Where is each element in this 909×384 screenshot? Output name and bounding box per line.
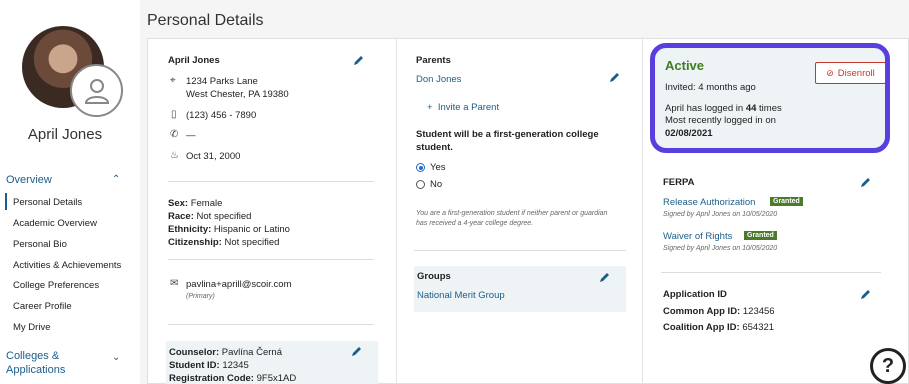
coalition-app-id-row: Coalition App ID: 654321: [663, 322, 775, 333]
profile-name: April Jones: [168, 55, 220, 66]
invite-parent-link[interactable]: + Invite a Parent: [427, 102, 499, 113]
phone-number: (123) 456 - 7890: [186, 110, 257, 121]
birthday: Oct 31, 2000: [186, 151, 241, 162]
signed-text: Signed by April Jones on 10/05/2020: [663, 245, 778, 252]
alt-phone: —: [186, 130, 196, 141]
divider: [661, 272, 881, 273]
edit-pencil-icon[interactable]: [351, 345, 363, 357]
email-type: (Primary): [186, 293, 215, 300]
granted-badge: Granted: [744, 231, 777, 240]
chevron-up-icon[interactable]: ⌃: [112, 174, 120, 185]
login-count: April has logged in 44 times: [665, 103, 782, 114]
sidebar-item-career-profile[interactable]: Career Profile: [13, 301, 72, 312]
mail-icon: ✉: [170, 278, 179, 289]
release-authorization-link[interactable]: Release Authorization: [663, 197, 755, 208]
student-name: April Jones: [27, 126, 103, 143]
sidebar-item-activities[interactable]: Activities & Achievements: [13, 260, 121, 271]
common-app-id-row: Common App ID: 123456: [663, 306, 775, 317]
disenroll-button[interactable]: ⊘ Disenroll: [815, 62, 886, 84]
edit-pencil-icon[interactable]: [353, 54, 365, 66]
help-button[interactable]: ?: [870, 348, 906, 384]
edit-pencil-icon[interactable]: [860, 176, 872, 188]
radio-no-label: No: [430, 179, 443, 190]
divider: [168, 181, 374, 182]
registration-code-row: Registration Code: 9F5x1AD: [169, 373, 297, 384]
location-icon: ⌖: [170, 75, 176, 86]
enrollment-status-box: Active Invited: 4 months ago April has l…: [650, 43, 890, 153]
counselor-row: Counselor: Pavlína Černá: [169, 347, 282, 358]
application-id-heading: Application ID: [663, 289, 727, 300]
sidebar-item-academic-overview[interactable]: Academic Overview: [13, 218, 97, 229]
phone-icon: ✆: [170, 129, 179, 140]
page-title: Personal Details: [147, 12, 264, 29]
recent-login-label: Most recently logged in on: [665, 115, 776, 126]
edit-pencil-icon[interactable]: [609, 71, 621, 83]
waiver-of-rights-link[interactable]: Waiver of Rights: [663, 231, 732, 242]
ethnicity-row: Ethnicity: Hispanic or Latino: [168, 224, 290, 235]
nav-section-colleges[interactable]: Colleges & Applications: [6, 349, 96, 377]
divider: [168, 259, 374, 260]
signed-text: Signed by April Jones on 10/05/2020: [663, 211, 778, 218]
cake-icon: ♨: [170, 150, 179, 161]
citizenship-row: Citizenship: Not specified: [168, 237, 280, 248]
address-line1: 1234 Parks Lane: [186, 76, 258, 87]
sidebar-item-my-drive[interactable]: My Drive: [13, 322, 50, 333]
race-row: Race: Not specified: [168, 211, 252, 222]
divider: [168, 324, 374, 325]
groups-heading: Groups: [417, 271, 451, 282]
plus-icon: +: [427, 102, 433, 113]
address-line2: West Chester, PA 19380: [186, 89, 289, 100]
sidebar-item-college-preferences[interactable]: College Preferences: [13, 280, 99, 291]
invited-text: Invited: 4 months ago: [665, 82, 756, 93]
remove-circle-icon: ⊘: [826, 67, 834, 78]
mobile-phone-icon: ▯: [171, 109, 177, 120]
group-link[interactable]: National Merit Group: [417, 290, 505, 301]
sidebar: April Jones Overview ⌃ Personal Details …: [0, 0, 140, 384]
email-address: pavlina+aprill@scoir.com: [186, 279, 292, 290]
divider: [414, 250, 626, 251]
edit-pencil-icon[interactable]: [860, 288, 872, 300]
radio-no[interactable]: [416, 180, 425, 189]
counselor-box: Counselor: Pavlína Černá Student ID: 123…: [166, 341, 378, 384]
student-id-row: Student ID: 12345: [169, 360, 249, 371]
parents-heading: Parents: [416, 55, 451, 66]
first-gen-question: Student will be a first-generation colle…: [416, 129, 599, 153]
radio-yes[interactable]: [416, 163, 425, 172]
sidebar-item-personal-details[interactable]: Personal Details: [13, 197, 82, 208]
first-gen-note: You are a first-generation student if ne…: [416, 210, 608, 227]
edit-pencil-icon[interactable]: [599, 271, 611, 283]
active-indicator: [5, 193, 7, 210]
groups-box: Groups National Merit Group: [414, 266, 626, 312]
profile-photo-button[interactable]: [70, 64, 123, 117]
column-divider: [396, 39, 397, 384]
sidebar-item-personal-bio[interactable]: Personal Bio: [13, 239, 67, 250]
nav-section-overview[interactable]: Overview: [6, 174, 52, 186]
column-divider: [642, 39, 643, 384]
granted-badge: Granted: [770, 197, 803, 206]
ferpa-heading: FERPA: [663, 177, 695, 188]
sex-row: Sex: Female: [168, 198, 223, 209]
chevron-down-icon[interactable]: ⌄: [112, 352, 120, 363]
personal-details-card: April Jones ⌖ 1234 Parks Lane West Chest…: [147, 38, 909, 384]
radio-yes-label: Yes: [430, 162, 446, 173]
recent-login-date: 02/08/2021: [665, 128, 713, 139]
status-title: Active: [665, 58, 705, 73]
user-icon: [84, 78, 109, 104]
parent-link[interactable]: Don Jones: [416, 74, 461, 85]
